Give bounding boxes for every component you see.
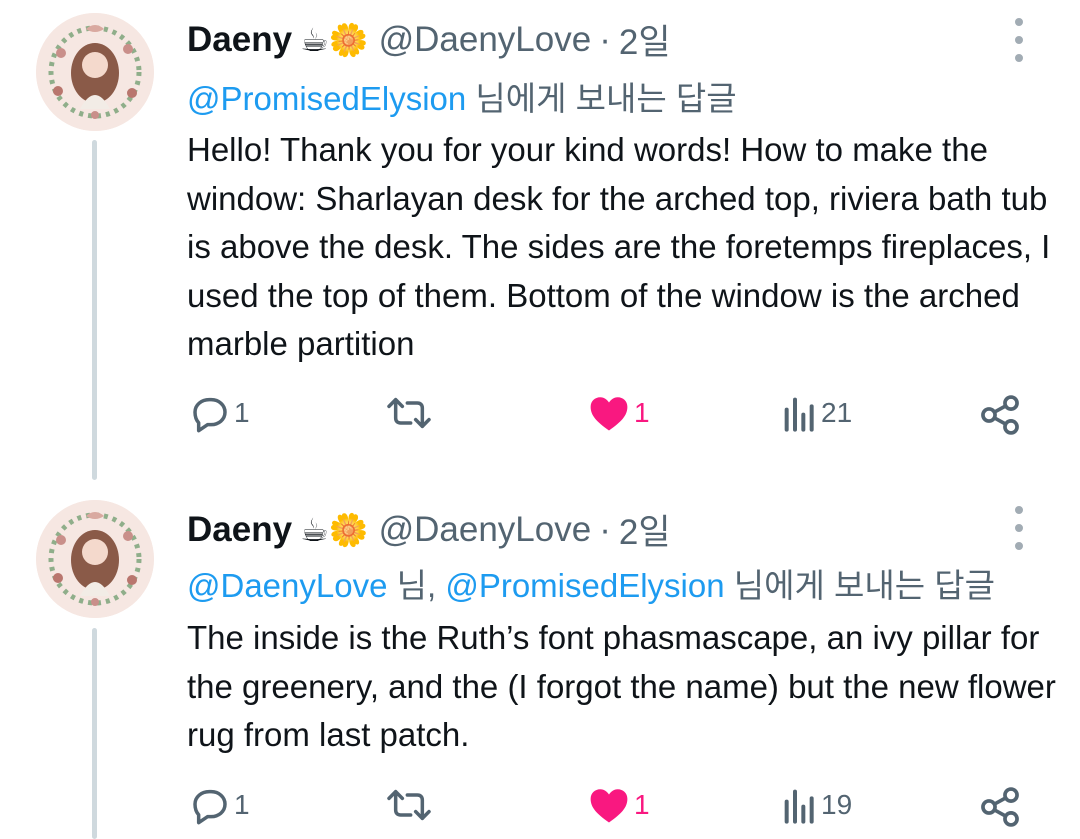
more-vertical-icon: [1015, 506, 1023, 514]
retweet-button[interactable]: [385, 785, 437, 825]
like-count: 1: [634, 789, 650, 820]
reply-icon: [193, 789, 227, 825]
retweet-icon: [387, 789, 431, 821]
author-name[interactable]: Daeny: [187, 510, 292, 550]
avatar[interactable]: [36, 13, 154, 131]
tweet[interactable]: Daeny ☕🌼 @DaenyLove · 2일 @DaenyLove 님, @…: [0, 490, 1080, 839]
timestamp[interactable]: 2일: [619, 504, 671, 555]
more-options-button[interactable]: [1009, 18, 1029, 62]
tweet-header: Daeny ☕🌼 @DaenyLove · 2일: [187, 14, 671, 65]
like-count: 1: [634, 397, 650, 428]
tweet[interactable]: Daeny ☕🌼 @DaenyLove · 2일 @PromisedElysio…: [0, 0, 1080, 480]
action-bar: 1 1 19: [0, 785, 1080, 835]
retweet-icon: [387, 397, 431, 429]
mention-link[interactable]: @DaenyLove: [187, 567, 387, 604]
more-dot: [1015, 36, 1023, 44]
heart-icon: [590, 397, 628, 431]
tweet-text: Hello! Thank you for your kind words! Ho…: [187, 131, 1051, 362]
tweet-text: The inside is the Ruth’s font phasmascap…: [187, 619, 1056, 753]
replying-to: @DaenyLove 님, @PromisedElysion 님에게 보내는 답…: [187, 559, 995, 607]
author-handle[interactable]: @DaenyLove: [379, 20, 592, 60]
reply-count: 1: [234, 789, 250, 820]
author-emoji: ☕🌼: [300, 21, 369, 58]
more-dot: [1015, 524, 1023, 532]
views-button[interactable]: 19: [783, 785, 852, 825]
action-bar: 1 1 21: [0, 393, 1080, 443]
views-icon: [784, 397, 814, 432]
author-name[interactable]: Daeny: [187, 20, 292, 60]
replying-suffix: 님에게 보내는 답글: [724, 567, 995, 604]
share-button[interactable]: [978, 785, 1022, 829]
reply-count: 1: [234, 397, 250, 428]
replying-suffix: 님에게 보내는 답글: [466, 80, 737, 117]
replying-suffix: 님,: [387, 567, 446, 604]
reply-icon: [193, 397, 227, 433]
views-button[interactable]: 21: [783, 393, 852, 433]
timestamp[interactable]: 2일: [619, 14, 671, 65]
views-icon: [784, 789, 814, 824]
more-dot: [1015, 542, 1023, 550]
separator-dot: ·: [599, 509, 611, 549]
separator-dot: ·: [599, 19, 611, 59]
retweet-button[interactable]: [385, 393, 437, 433]
replying-to: @PromisedElysion 님에게 보내는 답글: [187, 72, 737, 120]
like-button[interactable]: 1: [588, 785, 650, 825]
share-icon: [981, 395, 1019, 435]
avatar[interactable]: [36, 500, 154, 618]
share-button[interactable]: [978, 393, 1022, 437]
tweet-header: Daeny ☕🌼 @DaenyLove · 2일: [187, 504, 671, 555]
mention-link[interactable]: @PromisedElysion: [445, 567, 724, 604]
author-emoji: ☕🌼: [300, 511, 369, 548]
more-options-button[interactable]: [1009, 506, 1029, 550]
view-count: 21: [821, 397, 853, 428]
author-handle[interactable]: @DaenyLove: [379, 510, 592, 550]
more-vertical-icon: [1015, 18, 1023, 26]
heart-icon: [590, 789, 628, 823]
view-count: 19: [821, 789, 853, 820]
reply-button[interactable]: 1: [190, 785, 250, 825]
like-button[interactable]: 1: [588, 393, 650, 433]
share-icon: [981, 787, 1019, 827]
more-dot: [1015, 54, 1023, 62]
reply-button[interactable]: 1: [190, 393, 250, 433]
mention-link[interactable]: @PromisedElysion: [187, 80, 466, 117]
